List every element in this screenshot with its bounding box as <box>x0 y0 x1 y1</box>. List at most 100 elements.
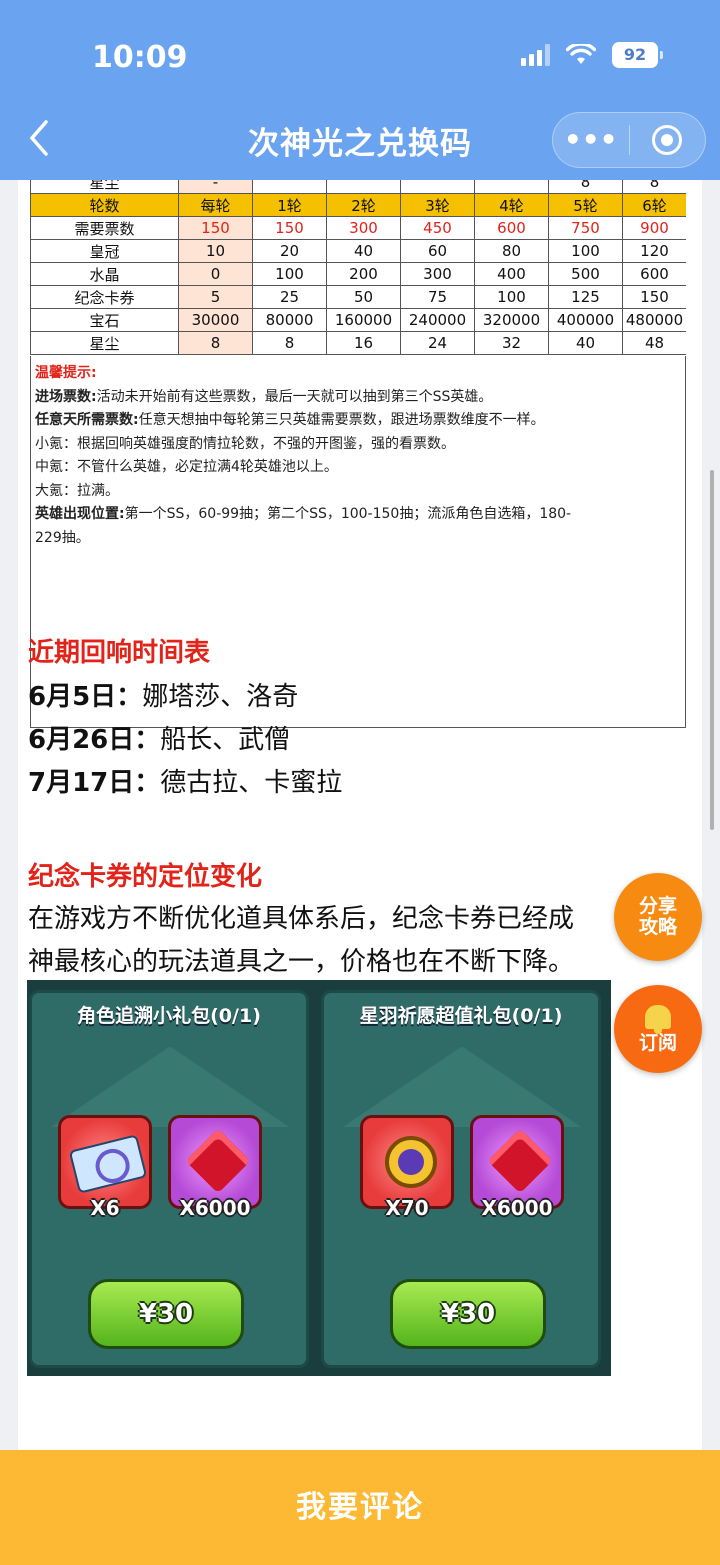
table-cell: 80000 <box>252 308 327 332</box>
table-cell: 24 <box>400 331 475 355</box>
table-cell: 需要票数 <box>30 216 179 240</box>
table-cell: 48 <box>622 331 686 355</box>
table-cell: 100 <box>474 285 549 309</box>
gift-pack-title: 角色追溯小礼包(0/1) <box>77 1005 261 1027</box>
miniprogram-capsule: ••• <box>552 112 706 168</box>
table-cell: 30000 <box>178 308 253 332</box>
item-quantity: X6 <box>90 1196 120 1220</box>
table-row: 皇冠 10 20 40 60 80 100 120 <box>30 239 686 263</box>
table-cell: 900 <box>622 216 686 240</box>
table-cell: 50 <box>326 285 401 309</box>
table-cell: 150 <box>178 216 253 240</box>
item-quantity: X70 <box>385 1196 429 1220</box>
tip-line: 229抽。 <box>35 529 90 546</box>
table-cell: 300 <box>326 216 401 240</box>
price-button: ¥30 <box>88 1279 244 1349</box>
more-menu-button[interactable]: ••• <box>553 112 629 168</box>
article-card: 星尘 - 8 8 轮数 每轮 1轮 2轮 3轮 4轮 5轮 6轮 需要票数 15… <box>18 170 702 1460</box>
tip-line: 任意天所需票数:任意天想抽中每轮第三只英雄需要票数，跟进场票数维度不一样。 <box>35 409 681 433</box>
table-header-cell: 6轮 <box>622 193 686 217</box>
medal-item: X70 <box>360 1115 454 1220</box>
gem-item: X6000 <box>470 1115 564 1220</box>
subscribe-label: 订阅 <box>638 1031 677 1054</box>
table-cell: 750 <box>548 216 623 240</box>
status-icons: 92 <box>521 42 663 68</box>
target-icon <box>652 125 683 155</box>
table-cell: 星尘 <box>30 331 179 355</box>
tip-line: 中氪：不管什么英雄，必定拉满4轮英雄池以上。 <box>35 459 338 475</box>
table-cell: 60 <box>400 239 475 263</box>
schedule-date: 7月17日： <box>28 768 161 798</box>
table-cell: 32 <box>474 331 549 355</box>
schedule-heroes: 娜塔莎、洛奇 <box>142 682 299 712</box>
guide-label: 攻略 <box>638 916 677 938</box>
tips-title: 温馨提示: <box>35 365 97 381</box>
tip-line: 大氪：拉满。 <box>35 482 119 499</box>
table-cell: 5 <box>178 285 253 309</box>
table-row: 需要票数 150 150 300 450 600 750 900 <box>30 216 686 240</box>
ticket-icon <box>68 1134 148 1194</box>
tip-label: 任意天所需票数: <box>35 412 139 428</box>
subscribe-button[interactable]: 订阅 <box>614 985 702 1073</box>
table-cell: 200 <box>326 262 401 286</box>
table-cell: 450 <box>400 216 475 240</box>
table-header-cell: 每轮 <box>178 193 253 217</box>
paragraph-line: 神最核心的玩法道具之一，价格也在不断下降。 <box>28 947 575 977</box>
table-cell: 320000 <box>474 308 549 332</box>
gem-item: X6000 <box>168 1115 262 1220</box>
share-guide-button[interactable]: 分享 攻略 <box>614 873 702 961</box>
table-cell: 150 <box>622 285 686 309</box>
gift-packs-image: 角色追溯小礼包(0/1) X6 X6000 ¥30 星羽祈愿超值礼包(0/1) … <box>27 980 611 1376</box>
page-scrollbar[interactable] <box>710 470 714 830</box>
table-cell: 300 <box>400 262 475 286</box>
table-cell: 75 <box>400 285 475 309</box>
table-cell: 600 <box>474 216 549 240</box>
table-cell: 16 <box>326 331 401 355</box>
bell-icon <box>645 1004 671 1034</box>
price-button: ¥30 <box>390 1279 546 1349</box>
table-cell: 0 <box>178 262 253 286</box>
table-cell: 150 <box>252 216 327 240</box>
tips-box: 温馨提示: 进场票数:活动未开始前有这些票数，最后一天就可以抽到第三个SS英雄。… <box>30 356 686 728</box>
feather-medal-icon <box>385 1136 437 1188</box>
schedule-heroes: 德古拉、卡蜜拉 <box>160 768 343 798</box>
wifi-icon <box>566 44 596 64</box>
tip-line: 小氪：根据回响英雄强度酌情拉轮数，不强的开图鉴，强的看票数。 <box>35 435 455 452</box>
section-title: 纪念卡券的定位变化 <box>28 862 263 892</box>
table-cell: 8 <box>178 331 253 355</box>
gem-icon <box>487 1128 553 1194</box>
ticket-item: X6 <box>58 1115 152 1220</box>
gem-icon <box>185 1128 251 1194</box>
schedule-title: 近期回响时间表 <box>28 638 211 668</box>
table-cell: 480000 <box>622 308 686 332</box>
table-row: 星尘 8 8 16 24 32 40 48 <box>30 331 686 355</box>
table-cell: 500 <box>548 262 623 286</box>
comment-button[interactable]: 我要评论 <box>0 1450 720 1565</box>
table-cell: 100 <box>252 262 327 286</box>
tip-line: 进场票数:活动未开始前有这些票数，最后一天就可以抽到第三个SS英雄。 <box>35 386 681 410</box>
table-cell: 8 <box>252 331 327 355</box>
table-cell: 100 <box>548 239 623 263</box>
table-cell: 10 <box>178 239 253 263</box>
table-cell: 80 <box>474 239 549 263</box>
table-cell: 400 <box>474 262 549 286</box>
schedule-date: 6月5日： <box>28 682 143 712</box>
cellular-signal-icon <box>521 44 550 66</box>
schedule-date: 6月26日： <box>28 725 161 755</box>
table-cell: 宝石 <box>30 308 179 332</box>
status-time: 10:09 <box>92 40 188 75</box>
close-miniprogram-button[interactable] <box>630 125 706 155</box>
share-label: 分享 <box>638 895 677 917</box>
schedule-heroes: 船长、武僧 <box>160 725 291 755</box>
table-cell: 600 <box>622 262 686 286</box>
table-cell: 皇冠 <box>30 239 179 263</box>
table-cell: 240000 <box>400 308 475 332</box>
tip-text: 任意天想抽中每轮第三只英雄需要票数，跟进场票数维度不一样。 <box>138 412 545 428</box>
table-cell: 120 <box>622 239 686 263</box>
table-header-cell: 3轮 <box>400 193 475 217</box>
battery-icon: 92 <box>612 42 663 68</box>
table-cell: 25 <box>252 285 327 309</box>
item-quantity: X6000 <box>481 1196 553 1220</box>
schedule-item: 7月17日：德古拉、卡蜜拉 <box>28 762 342 799</box>
table-header-row: 轮数 每轮 1轮 2轮 3轮 4轮 5轮 6轮 <box>30 193 686 217</box>
